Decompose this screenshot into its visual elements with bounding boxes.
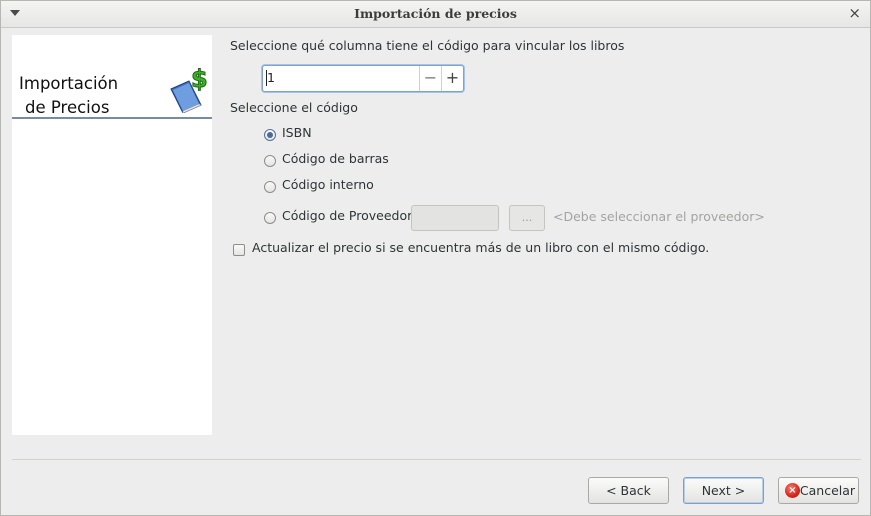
radio-barcode-label[interactable]: Código de barras (282, 151, 389, 166)
back-button[interactable]: < Back (588, 477, 669, 504)
window-title: Importación de precios (354, 6, 517, 21)
radio-provider-code-label[interactable]: Código de Proveedor (282, 208, 412, 223)
update-price-label[interactable]: Actualizar el precio si se encuentra más… (252, 240, 709, 255)
radio-isbn-label[interactable]: ISBN (282, 125, 312, 140)
column-select-label: Seleccione qué columna tiene el código p… (230, 38, 625, 53)
import-prices-dialog: Importación de precios × Importación de … (0, 0, 871, 516)
side-panel-title: Importación de Precios (19, 72, 118, 120)
footer-separator (12, 459, 861, 460)
next-button[interactable]: Next > (683, 477, 764, 504)
svg-text:$: $ (191, 65, 207, 93)
book-dollar-icon: $ (170, 65, 207, 113)
close-icon[interactable]: × (848, 5, 861, 22)
cancel-button[interactable]: × Cancelar (778, 477, 859, 504)
radio-internal-code-label[interactable]: Código interno (282, 177, 374, 192)
column-spinner[interactable]: 1 − + (262, 65, 464, 92)
title-bar: Importación de precios × (1, 1, 870, 28)
radio-barcode[interactable] (264, 155, 276, 167)
side-panel-divider (12, 117, 212, 119)
cancel-button-label: Cancelar (799, 483, 856, 498)
radio-internal-code[interactable] (264, 181, 276, 193)
wizard-side-panel: Importación de Precios $ (12, 35, 212, 435)
side-title-line1: Importación (19, 74, 119, 93)
provider-field (411, 205, 499, 231)
update-price-checkbox[interactable] (233, 244, 245, 256)
spinner-decrement-button[interactable]: − (419, 66, 441, 91)
provider-hint: <Debe seleccionar el proveedor> (553, 209, 765, 224)
column-spinner-value[interactable]: 1 (267, 70, 275, 85)
radio-isbn[interactable] (264, 129, 276, 141)
spinner-increment-button[interactable]: + (441, 66, 463, 91)
provider-browse-button: ... (509, 205, 545, 231)
cancel-icon: × (785, 483, 800, 498)
code-select-label: Seleccione el código (230, 100, 358, 115)
radio-provider-code[interactable] (264, 212, 276, 224)
